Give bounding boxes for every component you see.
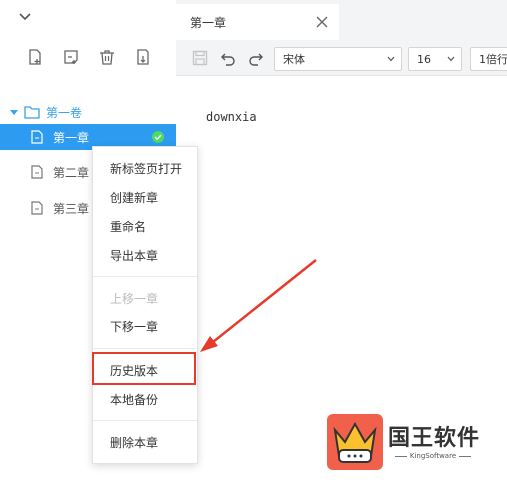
line-spacing-select[interactable]: 1倍行距 xyxy=(470,47,507,71)
line-spacing-value: 1倍行距 xyxy=(479,53,507,66)
menu-item-move-down[interactable]: 下移一章 xyxy=(93,312,197,340)
redo-icon[interactable] xyxy=(248,50,264,66)
font-value: 宋体 xyxy=(283,53,305,66)
menu-item-open-new-tab[interactable]: 新标签页打开 xyxy=(93,154,197,182)
undo-icon[interactable] xyxy=(220,50,236,66)
add-doc-icon[interactable] xyxy=(62,48,80,66)
document-icon xyxy=(31,130,43,144)
context-menu: 新标签页打开 创建新章 重命名 导出本章 上移一章 下移一章 历史版本 本地备份… xyxy=(92,146,198,464)
menu-divider xyxy=(93,348,197,349)
watermark-title: 国王软件 xyxy=(388,426,481,451)
document-icon xyxy=(31,201,43,215)
chevron-down-icon xyxy=(447,56,455,62)
menu-item-local-backup[interactable]: 本地备份 xyxy=(93,385,197,413)
new-file-icon[interactable] xyxy=(26,48,44,66)
menu-divider xyxy=(93,276,197,277)
document-icon xyxy=(31,165,43,179)
chevron-down-icon xyxy=(387,56,395,62)
menu-item-export-chapter[interactable]: 导出本章 xyxy=(93,241,197,269)
crown-logo-icon xyxy=(327,414,383,470)
chapter-label: 第三章 xyxy=(53,201,90,216)
volume-label: 第一卷 xyxy=(46,105,83,120)
save-icon[interactable] xyxy=(192,50,208,66)
font-select[interactable]: 宋体 xyxy=(274,47,402,71)
caret-down-icon xyxy=(10,110,18,115)
delete-icon[interactable] xyxy=(98,48,116,66)
close-icon[interactable] xyxy=(315,15,329,29)
rename-icon[interactable] xyxy=(134,48,152,66)
menu-item-create-chapter[interactable]: 创建新章 xyxy=(93,183,197,211)
format-toolbar: 宋体 16 1倍行距 xyxy=(176,40,507,76)
menu-item-delete-chapter[interactable]: 删除本章 xyxy=(93,428,197,456)
check-circle-icon xyxy=(152,131,164,143)
tab-bar: 第一章 xyxy=(176,0,507,40)
editor-content[interactable]: downxia xyxy=(206,110,257,124)
font-size-select[interactable]: 16 xyxy=(408,47,462,71)
menu-item-rename[interactable]: 重命名 xyxy=(93,212,197,240)
watermark-subtitle: KingSoftware xyxy=(388,452,478,460)
chevron-down-icon[interactable] xyxy=(16,8,34,26)
annotation-highlight-box xyxy=(92,352,196,385)
chapter-label: 第一章 xyxy=(53,130,90,145)
font-size-value: 16 xyxy=(417,52,431,66)
sidebar-toolbar xyxy=(26,48,170,66)
tab-title: 第一章 xyxy=(190,15,227,30)
tab-chapter-1[interactable]: 第一章 xyxy=(176,4,339,40)
chapter-label: 第二章 xyxy=(53,165,90,180)
volume-node[interactable]: 第一卷 xyxy=(10,102,82,122)
annotation-arrow xyxy=(200,259,317,352)
menu-item-move-up: 上移一章 xyxy=(110,291,159,306)
menu-divider xyxy=(93,420,197,421)
watermark: 国王软件 KingSoftware xyxy=(322,404,487,480)
folder-icon xyxy=(24,106,40,119)
